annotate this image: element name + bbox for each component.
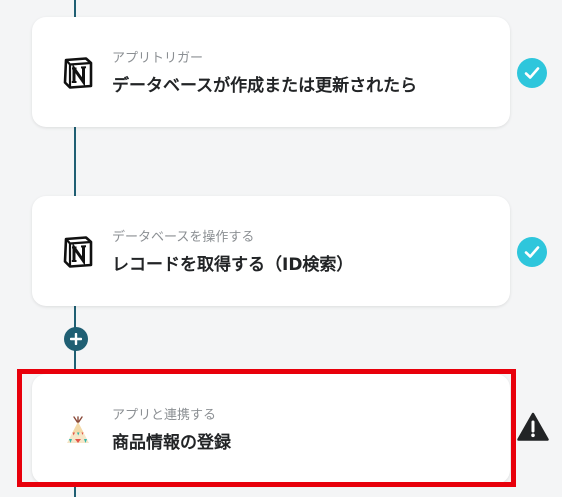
check-icon xyxy=(517,237,547,267)
flow-step-get-record-card[interactable]: データベースを操作する レコードを取得する（ID検索） xyxy=(32,196,510,306)
warning-icon xyxy=(517,412,549,442)
step-subtitle: アプリトリガー xyxy=(112,51,204,66)
step-subtitle: データベースを操作する xyxy=(112,230,255,245)
plus-icon xyxy=(70,333,82,345)
notion-icon xyxy=(60,55,96,91)
check-icon xyxy=(517,58,547,88)
step-title: レコードを取得する（ID検索） xyxy=(112,255,354,275)
notion-icon xyxy=(60,234,96,270)
step-title: データベースが作成または更新されたら xyxy=(112,76,418,96)
add-step-button[interactable] xyxy=(64,327,88,351)
flow-connector-line xyxy=(74,125,76,200)
flow-step-trigger-card[interactable]: アプリトリガー データベースが作成または更新されたら xyxy=(32,17,510,127)
highlight-frame xyxy=(17,369,516,487)
